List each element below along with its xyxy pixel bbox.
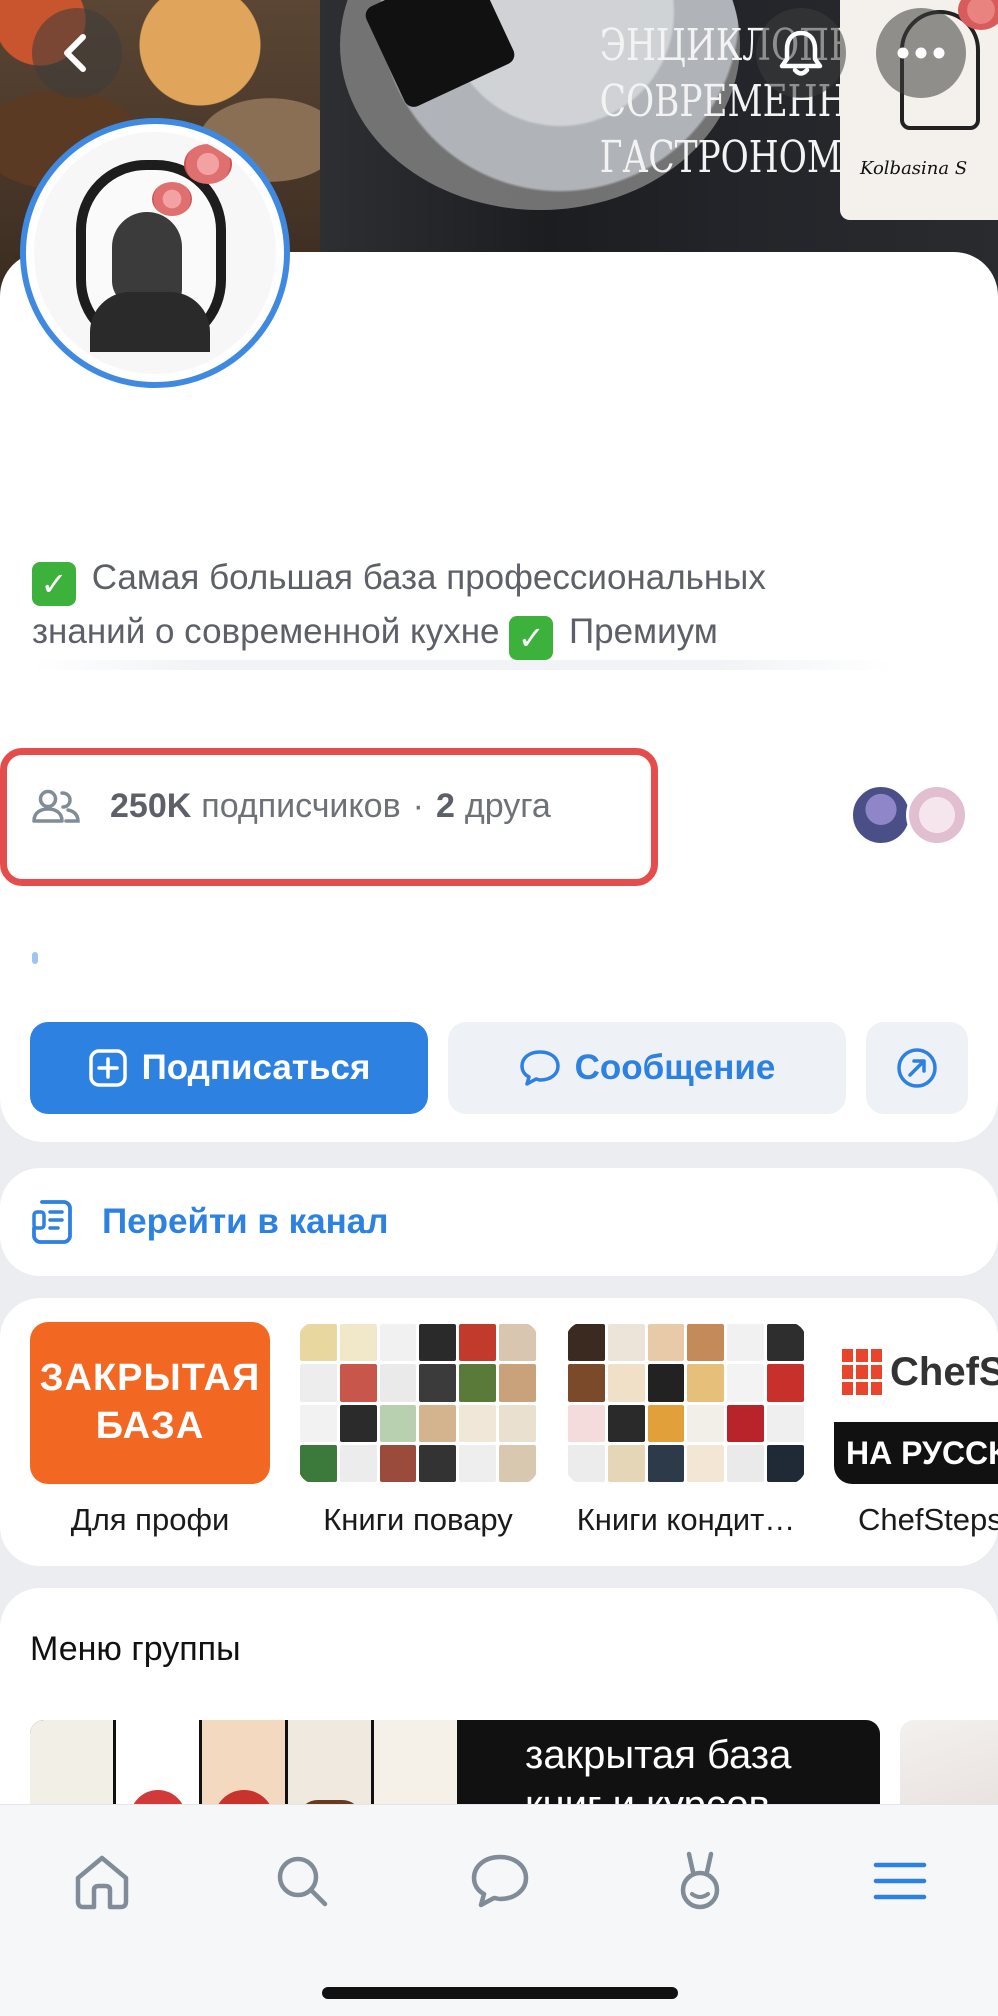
bell-icon	[779, 30, 823, 76]
album-thumbnail	[298, 1322, 538, 1484]
album-caption: Книги кондит…	[576, 1502, 796, 1537]
check-mark-icon: ✓	[32, 562, 76, 606]
group-description: ✓ Самая большая база профессиональных зн…	[32, 552, 932, 670]
subscribe-label: Подписаться	[141, 1048, 371, 1087]
chefsteps-grid-icon	[842, 1349, 882, 1395]
separator: ·	[412, 787, 424, 825]
album-thumbnail: ChefSt НА РУССК	[834, 1322, 998, 1484]
group-avatar[interactable]	[20, 118, 290, 388]
description-line: знаний о современной кухне ✓ Премиум	[32, 606, 932, 660]
bottom-tab-bar	[0, 1804, 998, 2016]
subscribers-info[interactable]: 250K подписчиков · 2 друга	[32, 787, 551, 826]
album-item[interactable]: Книги кондит…	[566, 1322, 806, 1538]
description-text: знаний о современной кухне	[32, 612, 500, 651]
album-thumbnail	[566, 1322, 806, 1484]
more-horizontal-icon	[897, 47, 945, 59]
channel-link-card[interactable]: Перейти в канал	[0, 1168, 998, 1276]
album-caption: ChefSteps	[858, 1502, 998, 1537]
album-item[interactable]: ЗАКРЫТАЯ БАЗА Для профи	[30, 1322, 270, 1538]
album-item[interactable]: Книги повару	[298, 1322, 538, 1538]
avatar-image	[34, 132, 276, 374]
friend-avatar[interactable]	[906, 784, 968, 846]
cover-title-line: ГАСТРОНОМИИ	[599, 132, 902, 183]
description-fade	[32, 660, 892, 670]
message-label: Сообщение	[574, 1048, 776, 1087]
friends-count: 2	[435, 787, 455, 825]
check-mark-icon: ✓	[509, 616, 554, 660]
more-button[interactable]	[876, 8, 966, 98]
subscribers-count: 250K	[110, 787, 192, 825]
album-caption: Книги повару	[323, 1502, 513, 1537]
avatar-rose	[152, 182, 192, 216]
share-arrow-icon	[897, 1048, 937, 1088]
tab-home[interactable]	[62, 1841, 142, 1921]
chefsteps-logo: ChefSt	[834, 1322, 998, 1422]
home-icon	[75, 1855, 129, 1910]
menu-title: Меню группы	[30, 1630, 241, 1668]
home-indicator	[322, 1987, 678, 1999]
cover-signature: Kolbasina S	[860, 158, 968, 179]
albums-card: ЗАКРЫТАЯ БАЗА Для профи Книги повару Кни…	[0, 1298, 998, 1566]
album-item[interactable]: ChefSt НА РУССК ChefSteps	[834, 1322, 998, 1538]
friend-avatar[interactable]	[850, 784, 912, 846]
banner-text-line: закрытая база	[525, 1733, 792, 1777]
share-button[interactable]	[866, 1022, 968, 1114]
plus-square-icon	[88, 1049, 127, 1087]
chefsteps-subtitle: НА РУССК	[834, 1422, 998, 1484]
tab-search[interactable]	[262, 1841, 342, 1921]
subscribe-button[interactable]: Подписаться	[30, 1022, 428, 1114]
message-bubble-icon	[519, 1050, 560, 1086]
tab-clips[interactable]	[660, 1841, 740, 1921]
channel-link-label: Перейти в канал	[102, 1202, 389, 1241]
friends-label: друга	[464, 787, 551, 825]
description-text: Самая большая база профессиональных	[91, 558, 766, 597]
back-button[interactable]	[32, 8, 122, 98]
chefsteps-brand: ChefSt	[890, 1349, 998, 1394]
description-line: ✓ Самая большая база профессиональных	[32, 552, 932, 606]
album-caption: Для профи	[70, 1502, 230, 1537]
tab-messages[interactable]	[460, 1841, 540, 1921]
description-text: Премиум	[568, 612, 718, 651]
message-button[interactable]: Сообщение	[448, 1022, 846, 1114]
avatar-deer-body	[90, 292, 210, 352]
tab-menu[interactable]	[860, 1841, 940, 1921]
subscribers-label: подписчиков	[201, 787, 401, 825]
users-icon	[32, 789, 80, 823]
chevron-left-icon	[64, 34, 86, 72]
hamburger-menu-icon	[873, 1862, 927, 1900]
channel-document-icon	[32, 1200, 72, 1244]
message-bubble-icon	[471, 1854, 529, 1908]
clips-icon	[680, 1851, 720, 1910]
search-icon	[277, 1856, 328, 1907]
album-thumbnail: ЗАКРЫТАЯ БАЗА	[30, 1322, 270, 1484]
avatar-rose	[184, 144, 232, 184]
loading-indicator	[32, 952, 38, 964]
notifications-button[interactable]	[756, 8, 846, 98]
